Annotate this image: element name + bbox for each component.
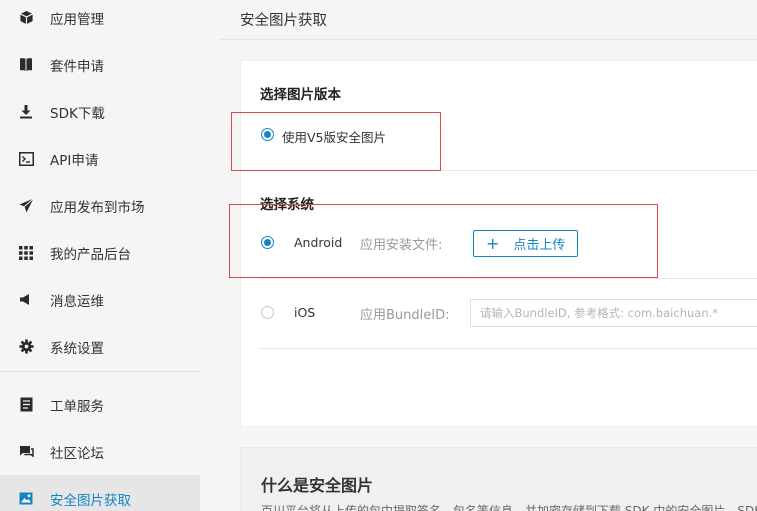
sidebar: 应用管理 套件申请 SDK下载 API申请 应用发布到市场 我的产品后台 消息运… bbox=[0, 0, 200, 511]
ticket-icon bbox=[18, 397, 34, 413]
sidebar-item-label: SDK下载 bbox=[50, 105, 105, 122]
sidebar-item-app-management[interactable]: 应用管理 bbox=[0, 0, 200, 41]
sidebar-item-label: 消息运维 bbox=[50, 293, 104, 310]
sidebar-item-label: API申请 bbox=[50, 152, 99, 169]
bundle-id-input[interactable] bbox=[470, 299, 757, 327]
megaphone-icon bbox=[18, 292, 34, 308]
page-title: 安全图片获取 bbox=[240, 13, 327, 29]
option-divider bbox=[259, 278, 757, 279]
sidebar-item-api-apply[interactable]: API申请 bbox=[0, 135, 200, 182]
bundle-id-label: 应用BundleID: bbox=[360, 308, 450, 323]
sidebar-item-community-forum[interactable]: 社区论坛 bbox=[0, 428, 200, 475]
sidebar-item-sdk-download[interactable]: SDK下载 bbox=[0, 88, 200, 135]
info-title: 什么是安全图片 bbox=[261, 476, 374, 495]
sidebar-item-message-ops[interactable]: 消息运维 bbox=[0, 276, 200, 323]
upload-button[interactable]: + 点击上传 bbox=[473, 230, 579, 257]
ios-radio[interactable] bbox=[261, 306, 274, 319]
sidebar-item-system-settings[interactable]: 系统设置 bbox=[0, 323, 200, 370]
terminal-icon bbox=[18, 151, 34, 167]
config-card: 选择图片版本 使用V5版安全图片 选择系统 Android 应用安装文件: + … bbox=[240, 60, 757, 427]
sidebar-item-label: 应用管理 bbox=[50, 11, 104, 28]
sidebar-item-label: 安全图片获取 bbox=[50, 492, 131, 509]
sidebar-item-label: 系统设置 bbox=[50, 340, 104, 357]
sidebar-divider bbox=[0, 371, 200, 372]
sidebar-item-product-backend[interactable]: 我的产品后台 bbox=[0, 229, 200, 276]
sidebar-item-label: 套件申请 bbox=[50, 58, 104, 75]
sidebar-item-label: 应用发布到市场 bbox=[50, 199, 145, 216]
sidebar-item-suite-apply[interactable]: 套件申请 bbox=[0, 41, 200, 88]
sidebar-item-publish-market[interactable]: 应用发布到市场 bbox=[0, 182, 200, 229]
version-section-title: 选择图片版本 bbox=[260, 87, 341, 103]
android-radio[interactable] bbox=[261, 236, 274, 249]
sidebar-item-label: 工单服务 bbox=[50, 398, 104, 415]
section-divider bbox=[259, 170, 757, 171]
title-divider bbox=[220, 39, 757, 40]
system-section-title: 选择系统 bbox=[260, 197, 314, 213]
bottom-divider bbox=[259, 348, 757, 349]
gear-icon bbox=[18, 339, 34, 355]
cube-icon bbox=[18, 10, 34, 26]
main-content: 安全图片获取 选择图片版本 使用V5版安全图片 选择系统 Android 应用安… bbox=[220, 0, 757, 511]
upload-button-label: 点击上传 bbox=[513, 238, 566, 253]
sidebar-item-secure-image[interactable]: 安全图片获取 bbox=[0, 475, 200, 511]
chat-icon bbox=[18, 444, 34, 460]
send-icon bbox=[18, 198, 34, 214]
apk-file-label: 应用安装文件: bbox=[360, 238, 443, 253]
sidebar-item-ticket-service[interactable]: 工单服务 bbox=[0, 381, 200, 428]
book-icon bbox=[18, 57, 34, 73]
android-label[interactable]: Android bbox=[294, 235, 342, 250]
plus-icon: + bbox=[486, 233, 500, 253]
v5-option-label[interactable]: 使用V5版安全图片 bbox=[282, 127, 386, 146]
sidebar-item-label: 我的产品后台 bbox=[50, 246, 131, 263]
info-card: 什么是安全图片 百川平台将从上传的包中提取签名、包名等信息，并加密存储到下载 S… bbox=[240, 447, 757, 511]
download-icon bbox=[18, 104, 34, 120]
grid-icon bbox=[18, 245, 34, 261]
ios-label[interactable]: iOS bbox=[294, 305, 315, 320]
v5-radio[interactable] bbox=[261, 128, 274, 141]
sidebar-item-label: 社区论坛 bbox=[50, 445, 104, 462]
image-icon bbox=[18, 491, 34, 507]
info-text: 百川平台将从上传的包中提取签名、包名等信息，并加密存储到下载 SDK 中的安全图… bbox=[261, 504, 757, 511]
